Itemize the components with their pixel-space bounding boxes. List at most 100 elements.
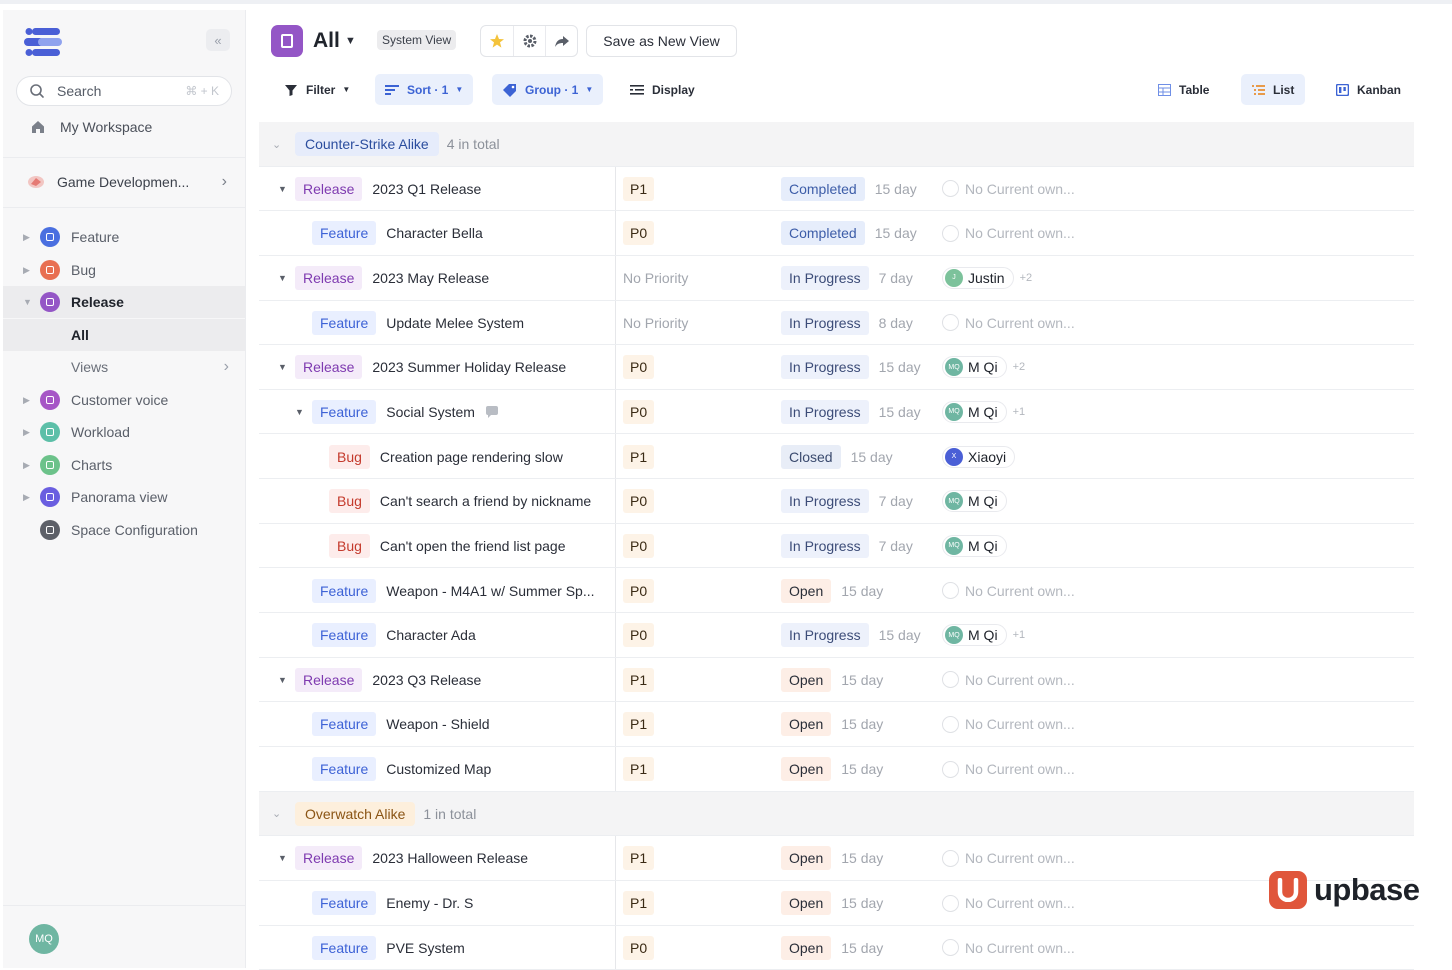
table-row[interactable]: Feature Weapon - Shield P1 Open 15 day No Cur…	[259, 702, 1414, 748]
priority-badge[interactable]: P1	[623, 757, 655, 782]
table-row[interactable]: ▼ Release 2023 Q3 Release P1 Open 15 day No Cu…	[259, 658, 1414, 703]
collapse-sidebar-button[interactable]: «	[206, 29, 230, 51]
extra-owners-count[interactable]: +2	[1013, 361, 1026, 373]
item-title[interactable]: Social System	[386, 404, 475, 420]
status-badge[interactable]: In Progress	[781, 623, 869, 648]
item-title[interactable]: 2023 Q1 Release	[372, 181, 481, 197]
sidebar-item-feature[interactable]: ▶ Feature	[3, 221, 245, 253]
sidebar-item-bug[interactable]: ▶ Bug	[3, 254, 245, 286]
priority-badge[interactable]: P1	[623, 846, 655, 871]
filter-button[interactable]: Filter ▼	[274, 74, 360, 105]
priority-badge[interactable]: No Priority	[623, 311, 688, 335]
owner-chip[interactable]: MQ M Qi	[942, 534, 1007, 557]
sidebar-item-space-configuration[interactable]: Space Configuration	[3, 514, 245, 546]
search-input[interactable]: Search ⌘ + K	[16, 76, 232, 106]
table-row[interactable]: Feature Weapon - M4A1 w/ Summer Sp... P0 Op…	[259, 569, 1414, 614]
priority-badge[interactable]: P0	[623, 533, 655, 558]
item-title[interactable]: Weapon - Shield	[386, 716, 489, 732]
item-title[interactable]: Weapon - M4A1 w/ Summer Sp...	[386, 583, 594, 599]
user-avatar[interactable]: MQ	[29, 924, 59, 954]
item-title[interactable]: 2023 Q3 Release	[372, 672, 481, 688]
caret-right-icon[interactable]: ▶	[23, 232, 33, 243]
caret-down-icon[interactable]: ▼	[278, 853, 287, 863]
caret-right-icon[interactable]: ▶	[23, 265, 33, 276]
caret-down-icon[interactable]: ▼	[23, 297, 33, 307]
table-row[interactable]: Bug Can't open the friend list page P0 In P…	[259, 524, 1414, 569]
table-row[interactable]: Bug Can't search a friend by nickname P0 In…	[259, 479, 1414, 524]
table-row[interactable]: Feature Enemy - Dr. S P1 Open 15 day No Curre…	[259, 881, 1414, 926]
extra-owners-count[interactable]: +1	[1013, 629, 1026, 641]
extra-owners-count[interactable]: +1	[1013, 406, 1026, 418]
status-badge[interactable]: Open	[781, 712, 832, 737]
caret-down-icon[interactable]: ▼	[278, 362, 287, 372]
no-owner-text[interactable]: No Current own...	[965, 225, 1075, 241]
table-row[interactable]: ▼ Release 2023 Q1 Release P1 Completed 15 day…	[259, 167, 1414, 212]
item-title[interactable]: Can't search a friend by nickname	[380, 493, 591, 509]
priority-badge[interactable]: P0	[623, 221, 655, 246]
comment-icon[interactable]	[485, 405, 499, 418]
no-owner-text[interactable]: No Current own...	[965, 583, 1075, 599]
owner-chip[interactable]: MQ M Qi	[942, 356, 1007, 379]
save-as-new-view-button[interactable]: Save as New View	[586, 25, 737, 57]
no-owner-text[interactable]: No Current own...	[965, 181, 1075, 197]
status-badge[interactable]: In Progress	[781, 533, 869, 558]
share-button[interactable]	[545, 26, 577, 56]
caret-right-icon[interactable]: ▶	[23, 395, 33, 406]
status-badge[interactable]: In Progress	[781, 355, 869, 380]
caret-down-icon[interactable]: ▼	[278, 184, 287, 194]
item-title[interactable]: Enemy - Dr. S	[386, 895, 473, 911]
view-title[interactable]: All	[313, 29, 340, 53]
item-title[interactable]: Update Melee System	[386, 315, 524, 331]
item-title[interactable]: Character Ada	[386, 627, 476, 643]
extra-owners-count[interactable]: +2	[1020, 272, 1033, 284]
table-row[interactable]: ▼ Release 2023 Summer Holiday Release P0 In …	[259, 345, 1414, 390]
status-badge[interactable]: In Progress	[781, 399, 869, 424]
favorite-star-button[interactable]	[481, 26, 513, 56]
priority-badge[interactable]: P1	[623, 712, 655, 737]
kanban-view-tab[interactable]: Kanban	[1325, 74, 1412, 105]
table-row[interactable]: Feature Update Melee System No Priority In …	[259, 301, 1414, 346]
group-button[interactable]: Group · 1 ▼	[492, 74, 604, 105]
priority-badge[interactable]: P1	[623, 891, 655, 916]
status-badge[interactable]: In Progress	[781, 489, 869, 514]
sidebar-item-panorama-view[interactable]: ▶ Panorama view	[3, 481, 245, 513]
status-badge[interactable]: Open	[781, 757, 832, 782]
project-selector[interactable]: Game Developmen... ›	[27, 173, 227, 191]
priority-badge[interactable]: P0	[623, 355, 655, 380]
settings-button[interactable]	[513, 26, 545, 56]
sort-button[interactable]: Sort · 1 ▼	[375, 74, 474, 105]
sidebar-item-charts[interactable]: ▶ Charts	[3, 449, 245, 481]
sidebar-item-workload[interactable]: ▶ Workload	[3, 416, 245, 448]
item-title[interactable]: Character Bella	[386, 225, 483, 241]
my-workspace-link[interactable]: My Workspace	[30, 119, 152, 135]
caret-right-icon[interactable]: ▶	[23, 427, 33, 438]
priority-badge[interactable]: P1	[623, 444, 655, 469]
view-dropdown-icon[interactable]: ▼	[345, 35, 356, 47]
item-title[interactable]: 2023 Summer Holiday Release	[372, 359, 566, 375]
table-view-tab[interactable]: Table	[1147, 74, 1220, 105]
sidebar-item-customer-voice[interactable]: ▶ Customer voice	[3, 384, 245, 416]
caret-down-icon[interactable]: ▼	[278, 273, 287, 283]
no-owner-text[interactable]: No Current own...	[965, 315, 1075, 331]
chevron-down-icon[interactable]: ⌄	[272, 138, 281, 151]
status-badge[interactable]: Open	[781, 667, 832, 692]
status-badge[interactable]: Open	[781, 578, 832, 603]
sidebar-subitem-views[interactable]: Views ›	[3, 351, 245, 383]
priority-badge[interactable]: P0	[623, 935, 655, 960]
priority-badge[interactable]: No Priority	[623, 266, 688, 290]
status-badge[interactable]: Open	[781, 891, 832, 916]
no-owner-text[interactable]: No Current own...	[965, 761, 1075, 777]
status-badge[interactable]: Open	[781, 846, 832, 871]
owner-chip[interactable]: MQ M Qi	[942, 490, 1007, 513]
priority-badge[interactable]: P0	[623, 489, 655, 514]
status-badge[interactable]: In Progress	[781, 310, 869, 335]
list-view-tab[interactable]: List	[1241, 74, 1306, 105]
app-logo[interactable]	[24, 27, 62, 57]
status-badge[interactable]: Open	[781, 935, 832, 960]
no-owner-text[interactable]: No Current own...	[965, 895, 1075, 911]
priority-badge[interactable]: P0	[623, 399, 655, 424]
table-row[interactable]: ▼ Release 2023 May Release No Priority In Pr…	[259, 256, 1414, 301]
table-row[interactable]: Feature Character Ada P0 In Progress 15 day M…	[259, 613, 1414, 658]
no-owner-text[interactable]: No Current own...	[965, 940, 1075, 956]
caret-down-icon[interactable]: ▼	[278, 675, 287, 685]
